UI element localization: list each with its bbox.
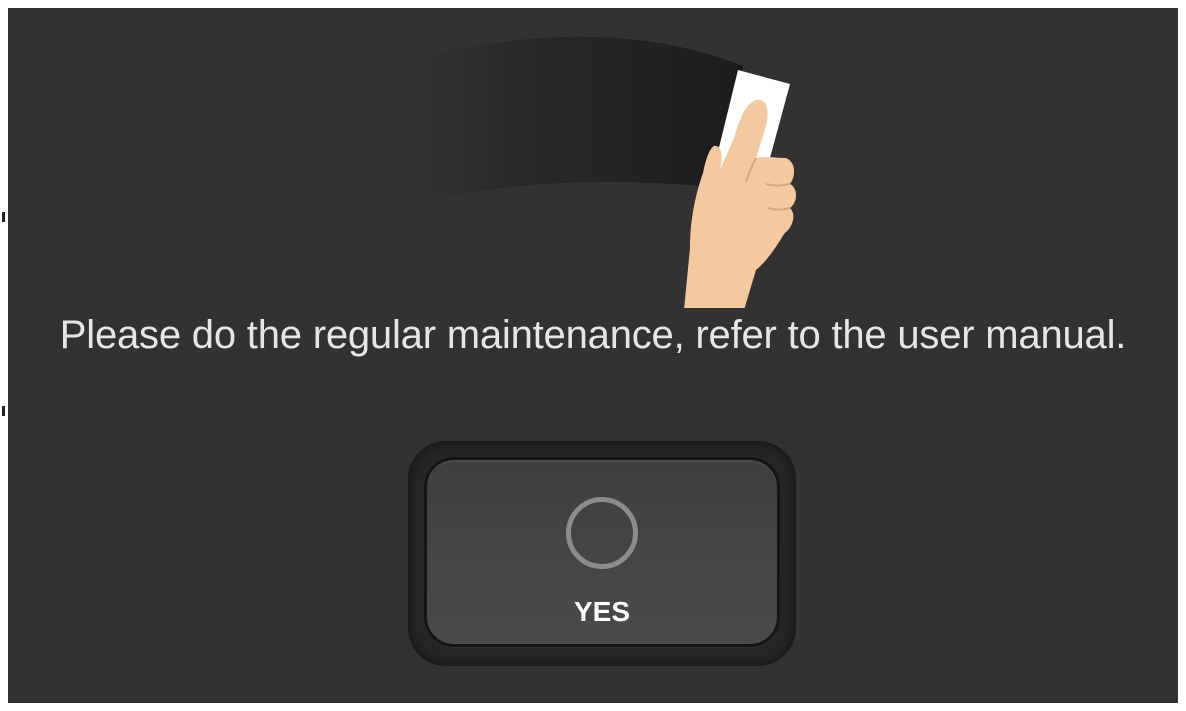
edge-mark <box>2 212 5 222</box>
circle-o-icon <box>566 497 638 569</box>
yes-button-label: YES <box>573 596 631 627</box>
hand-wiping-icon <box>388 36 796 308</box>
yes-button[interactable]: YES <box>424 457 780 647</box>
window-edge-marks <box>0 0 8 711</box>
maintenance-message: Please do the regular maintenance, refer… <box>59 313 1127 357</box>
maintenance-dialog: Please do the regular maintenance, refer… <box>8 8 1178 703</box>
edge-mark <box>2 406 5 416</box>
